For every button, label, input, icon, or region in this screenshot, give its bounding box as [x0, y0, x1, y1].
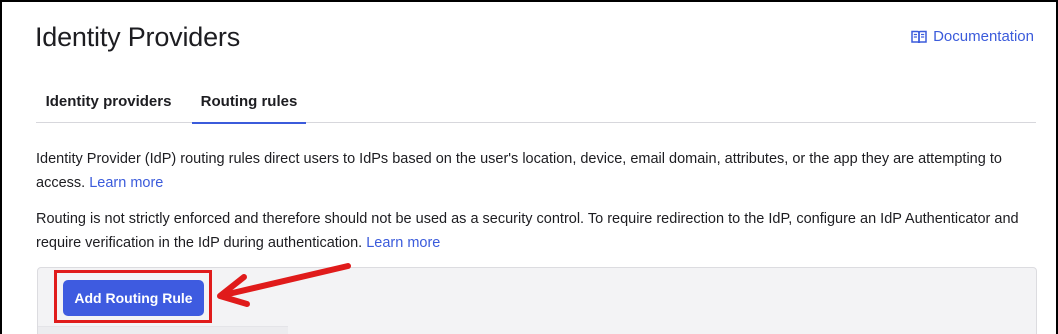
book-icon [911, 30, 927, 44]
routing-security-note: Routing is not strictly enforced and the… [36, 207, 1040, 255]
add-routing-rule-button[interactable]: Add Routing Rule [63, 280, 204, 316]
security-note-text: Routing is not strictly enforced and the… [36, 211, 1019, 251]
routing-rules-description: Identity Provider (IdP) routing rules di… [36, 147, 1040, 195]
description-text: Identity Provider (IdP) routing rules di… [36, 151, 1002, 191]
tab-identity-providers[interactable]: Identity providers [36, 82, 181, 123]
page-frame: Identity Providers Documentation Identit… [0, 0, 1058, 334]
annotation-arrow-icon [217, 263, 351, 307]
learn-more-link-2[interactable]: Learn more [366, 235, 440, 251]
panel-list-header [38, 326, 288, 334]
tab-bar: Identity providers Routing rules [36, 82, 1036, 124]
learn-more-link[interactable]: Learn more [89, 175, 163, 191]
documentation-link[interactable]: Documentation [911, 28, 1034, 45]
page-title: Identity Providers [35, 22, 240, 52]
tab-routing-rules[interactable]: Routing rules [192, 82, 306, 124]
documentation-label: Documentation [933, 28, 1034, 45]
